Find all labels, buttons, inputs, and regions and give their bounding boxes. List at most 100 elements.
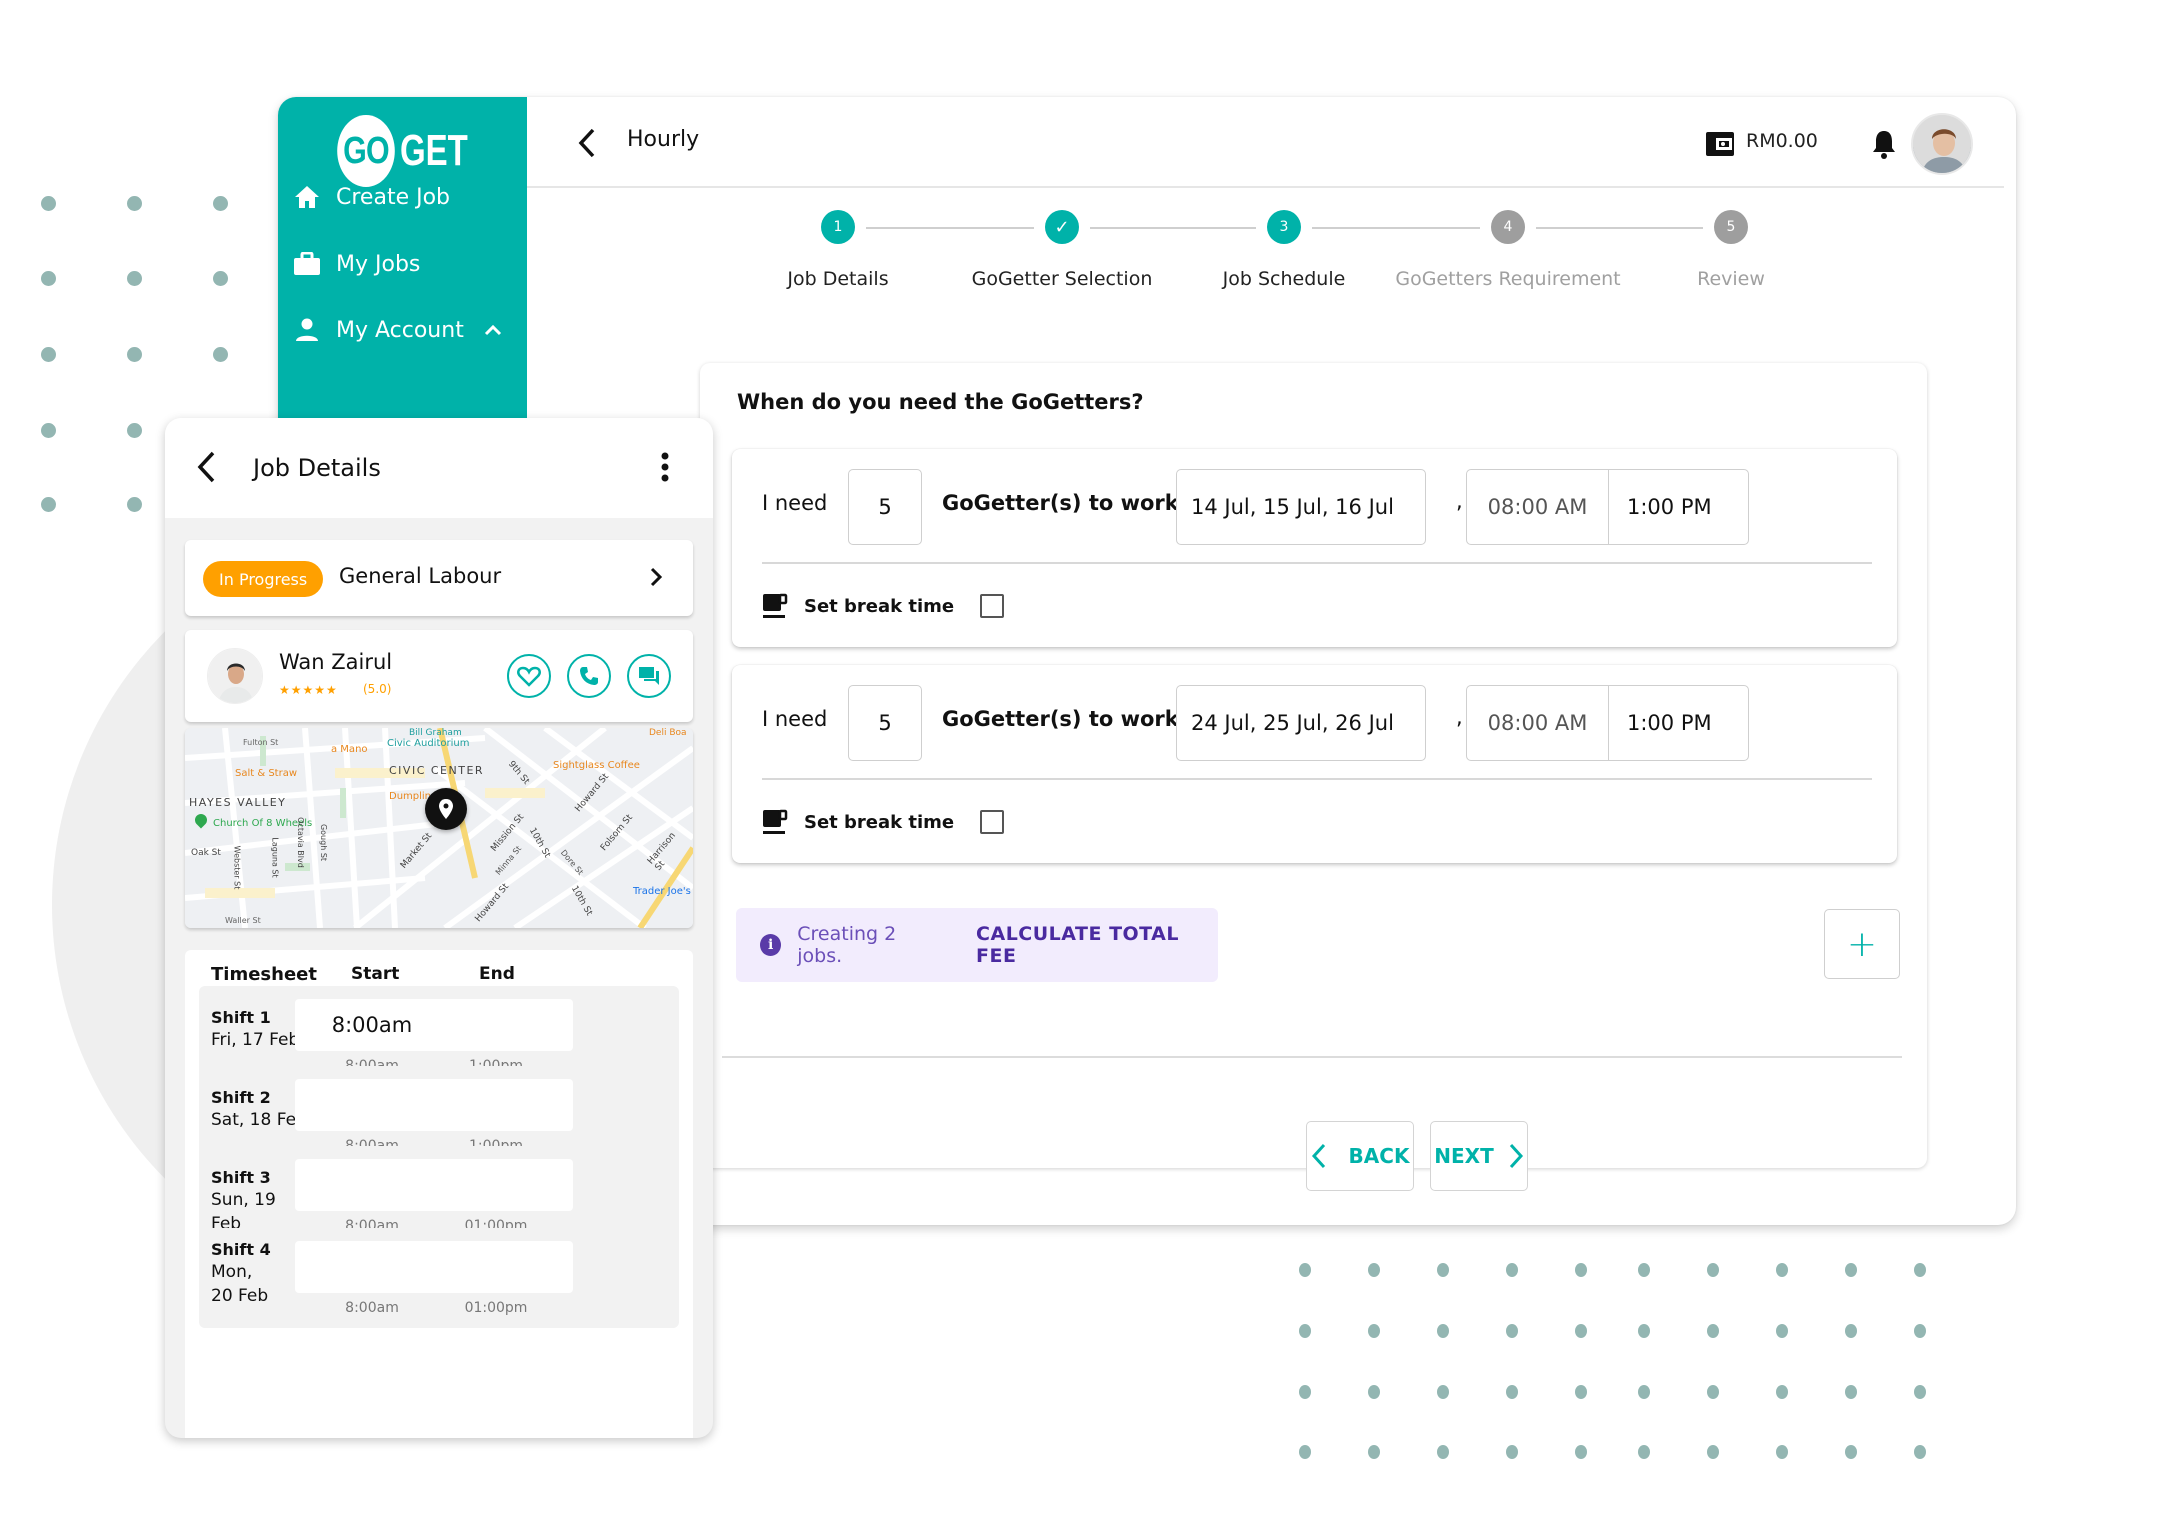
decorative-dot: [213, 347, 228, 362]
set-break-time-checkbox[interactable]: [980, 810, 1005, 834]
gogetter-count-input[interactable]: 5: [848, 469, 922, 545]
jobs-count-text: Creating 2 jobs.: [797, 923, 897, 967]
decorative-dot: [127, 497, 142, 512]
set-break-time-label: Set break time: [804, 811, 955, 833]
decorative-dot: [1707, 1445, 1719, 1459]
location-map[interactable]: HAYES VALLEY CIVIC CENTER Church Of 8 Wh…: [185, 728, 693, 928]
more-options-icon[interactable]: [661, 452, 669, 486]
user-avatar[interactable]: [1911, 113, 1973, 175]
calculate-total-fee-link[interactable]: CALCULATE TOTAL FEE: [976, 923, 1218, 967]
decorative-dot: [1638, 1385, 1650, 1399]
step-5-indicator[interactable]: 5: [1714, 210, 1748, 244]
logo-go: GO: [337, 115, 395, 187]
add-job-button[interactable]: +: [1824, 909, 1900, 979]
coffee-cup-icon: [762, 808, 788, 836]
favorite-button[interactable]: [507, 654, 551, 698]
back-button[interactable]: BACK: [1306, 1121, 1414, 1191]
step-connector: [1536, 227, 1703, 229]
worker-avatar[interactable]: [207, 648, 263, 704]
start-time-input[interactable]: 08:00 AM: [1466, 685, 1609, 761]
map-label: Waller St: [225, 916, 261, 925]
dates-input[interactable]: 14 Jul, 15 Jul, 16 Jul: [1176, 469, 1426, 545]
decorative-dot: [1638, 1324, 1650, 1338]
decorative-dot: [1776, 1445, 1788, 1459]
decorative-dot: [127, 196, 142, 211]
decorative-dot: [41, 497, 56, 512]
map-label: Salt & Straw: [235, 768, 298, 779]
decorative-dot: [1914, 1445, 1926, 1459]
info-banner: i Creating 2 jobs. CALCULATE TOTAL FEE: [736, 908, 1218, 982]
sidebar-item-create-job[interactable]: Create Job: [292, 182, 450, 212]
sidebar-item-label: My Jobs: [336, 251, 421, 277]
job-status-card[interactable]: In Progress General Labour: [185, 540, 693, 616]
notification-bell-icon[interactable]: [1871, 129, 1897, 163]
back-label: BACK: [1348, 1144, 1410, 1168]
decorative-dot: [1575, 1324, 1587, 1338]
i-need-label: I need: [762, 707, 828, 731]
sidebar-item-my-jobs[interactable]: My Jobs: [292, 249, 420, 279]
dates-input[interactable]: 24 Jul, 25 Jul, 26 Jul: [1176, 685, 1426, 761]
chat-button[interactable]: [627, 654, 671, 698]
gogetter-count-input[interactable]: 5: [848, 685, 922, 761]
wallet-icon[interactable]: [1705, 131, 1735, 161]
decorative-dot: [1776, 1263, 1788, 1277]
info-icon: i: [760, 934, 782, 956]
decorative-dot: [1914, 1263, 1926, 1277]
decorative-dot: [1368, 1324, 1380, 1338]
rating-stars: ★★★★★: [279, 683, 338, 697]
shift-end-input[interactable]: [419, 1241, 573, 1293]
set-break-time-row: Set break time: [762, 592, 1005, 620]
decorative-dot: [1368, 1385, 1380, 1399]
next-label: NEXT: [1434, 1144, 1494, 1168]
sidebar-item-label: Create Job: [336, 184, 451, 210]
sidebar-item-my-account[interactable]: My Account: [292, 315, 502, 345]
shift-row: Shift 4 Mon, 20 Feb 8:00am 01:00pm: [199, 1228, 679, 1328]
back-icon[interactable]: [573, 125, 603, 161]
decorative-dot: [1638, 1263, 1650, 1277]
map-label: a Mano: [331, 744, 368, 755]
step-4-indicator[interactable]: 4: [1491, 210, 1525, 244]
set-break-time-checkbox[interactable]: [980, 594, 1005, 618]
job-card-divider: [762, 562, 1872, 564]
next-button[interactable]: NEXT: [1430, 1121, 1528, 1191]
shift-end-input[interactable]: [419, 999, 573, 1051]
end-time-input[interactable]: 1:00 PM: [1608, 685, 1749, 761]
decorative-dot: [127, 423, 142, 438]
rating-value: (5.0): [363, 682, 392, 696]
decorative-dot: [213, 271, 228, 286]
status-badge: In Progress: [203, 561, 324, 597]
step-2-indicator[interactable]: ✓: [1045, 210, 1079, 244]
decorative-dot: [1707, 1385, 1719, 1399]
mobile-job-details: Job Details In Progress General Labour W…: [165, 418, 713, 1438]
decorative-dot: [1368, 1263, 1380, 1277]
decorative-dot: [1707, 1324, 1719, 1338]
decorative-dot: [127, 347, 142, 362]
shift-end-hint: 01:00pm: [464, 1300, 528, 1316]
location-marker-icon[interactable]: [425, 788, 467, 830]
decorative-dot: [1437, 1263, 1449, 1277]
start-time-input[interactable]: 08:00 AM: [1466, 469, 1609, 545]
end-time-input[interactable]: 1:00 PM: [1608, 469, 1749, 545]
logo-get: GET: [400, 126, 468, 175]
chevron-up-icon[interactable]: [484, 324, 502, 336]
step-3-indicator[interactable]: 3: [1267, 210, 1301, 244]
map-label: Fulton St: [243, 738, 279, 747]
decorative-dot: [1776, 1385, 1788, 1399]
decorative-dot: [1299, 1324, 1311, 1338]
separator: ,: [1456, 489, 1463, 513]
decorative-dot: [1707, 1263, 1719, 1277]
mobile-back-icon[interactable]: [195, 450, 217, 488]
set-break-time-row: Set break time: [762, 808, 1005, 836]
decorative-dot: [1845, 1385, 1857, 1399]
decorative-dot: [1437, 1385, 1449, 1399]
call-button[interactable]: [567, 654, 611, 698]
decorative-dot: [1437, 1324, 1449, 1338]
step-1-indicator[interactable]: 1: [821, 210, 855, 244]
map-label: Webster St: [232, 845, 242, 890]
gogetter-logo[interactable]: GO GET: [330, 115, 490, 187]
shift-end-input[interactable]: [419, 1159, 573, 1211]
job-entry-card: I need 5 GoGetter(s) to work 24 Jul, 25 Jul…: [732, 665, 1897, 863]
wallet-balance: RM0.00: [1746, 130, 1818, 152]
shift-end-input[interactable]: [419, 1079, 573, 1131]
shift-name: Shift 4: [211, 1240, 271, 1259]
